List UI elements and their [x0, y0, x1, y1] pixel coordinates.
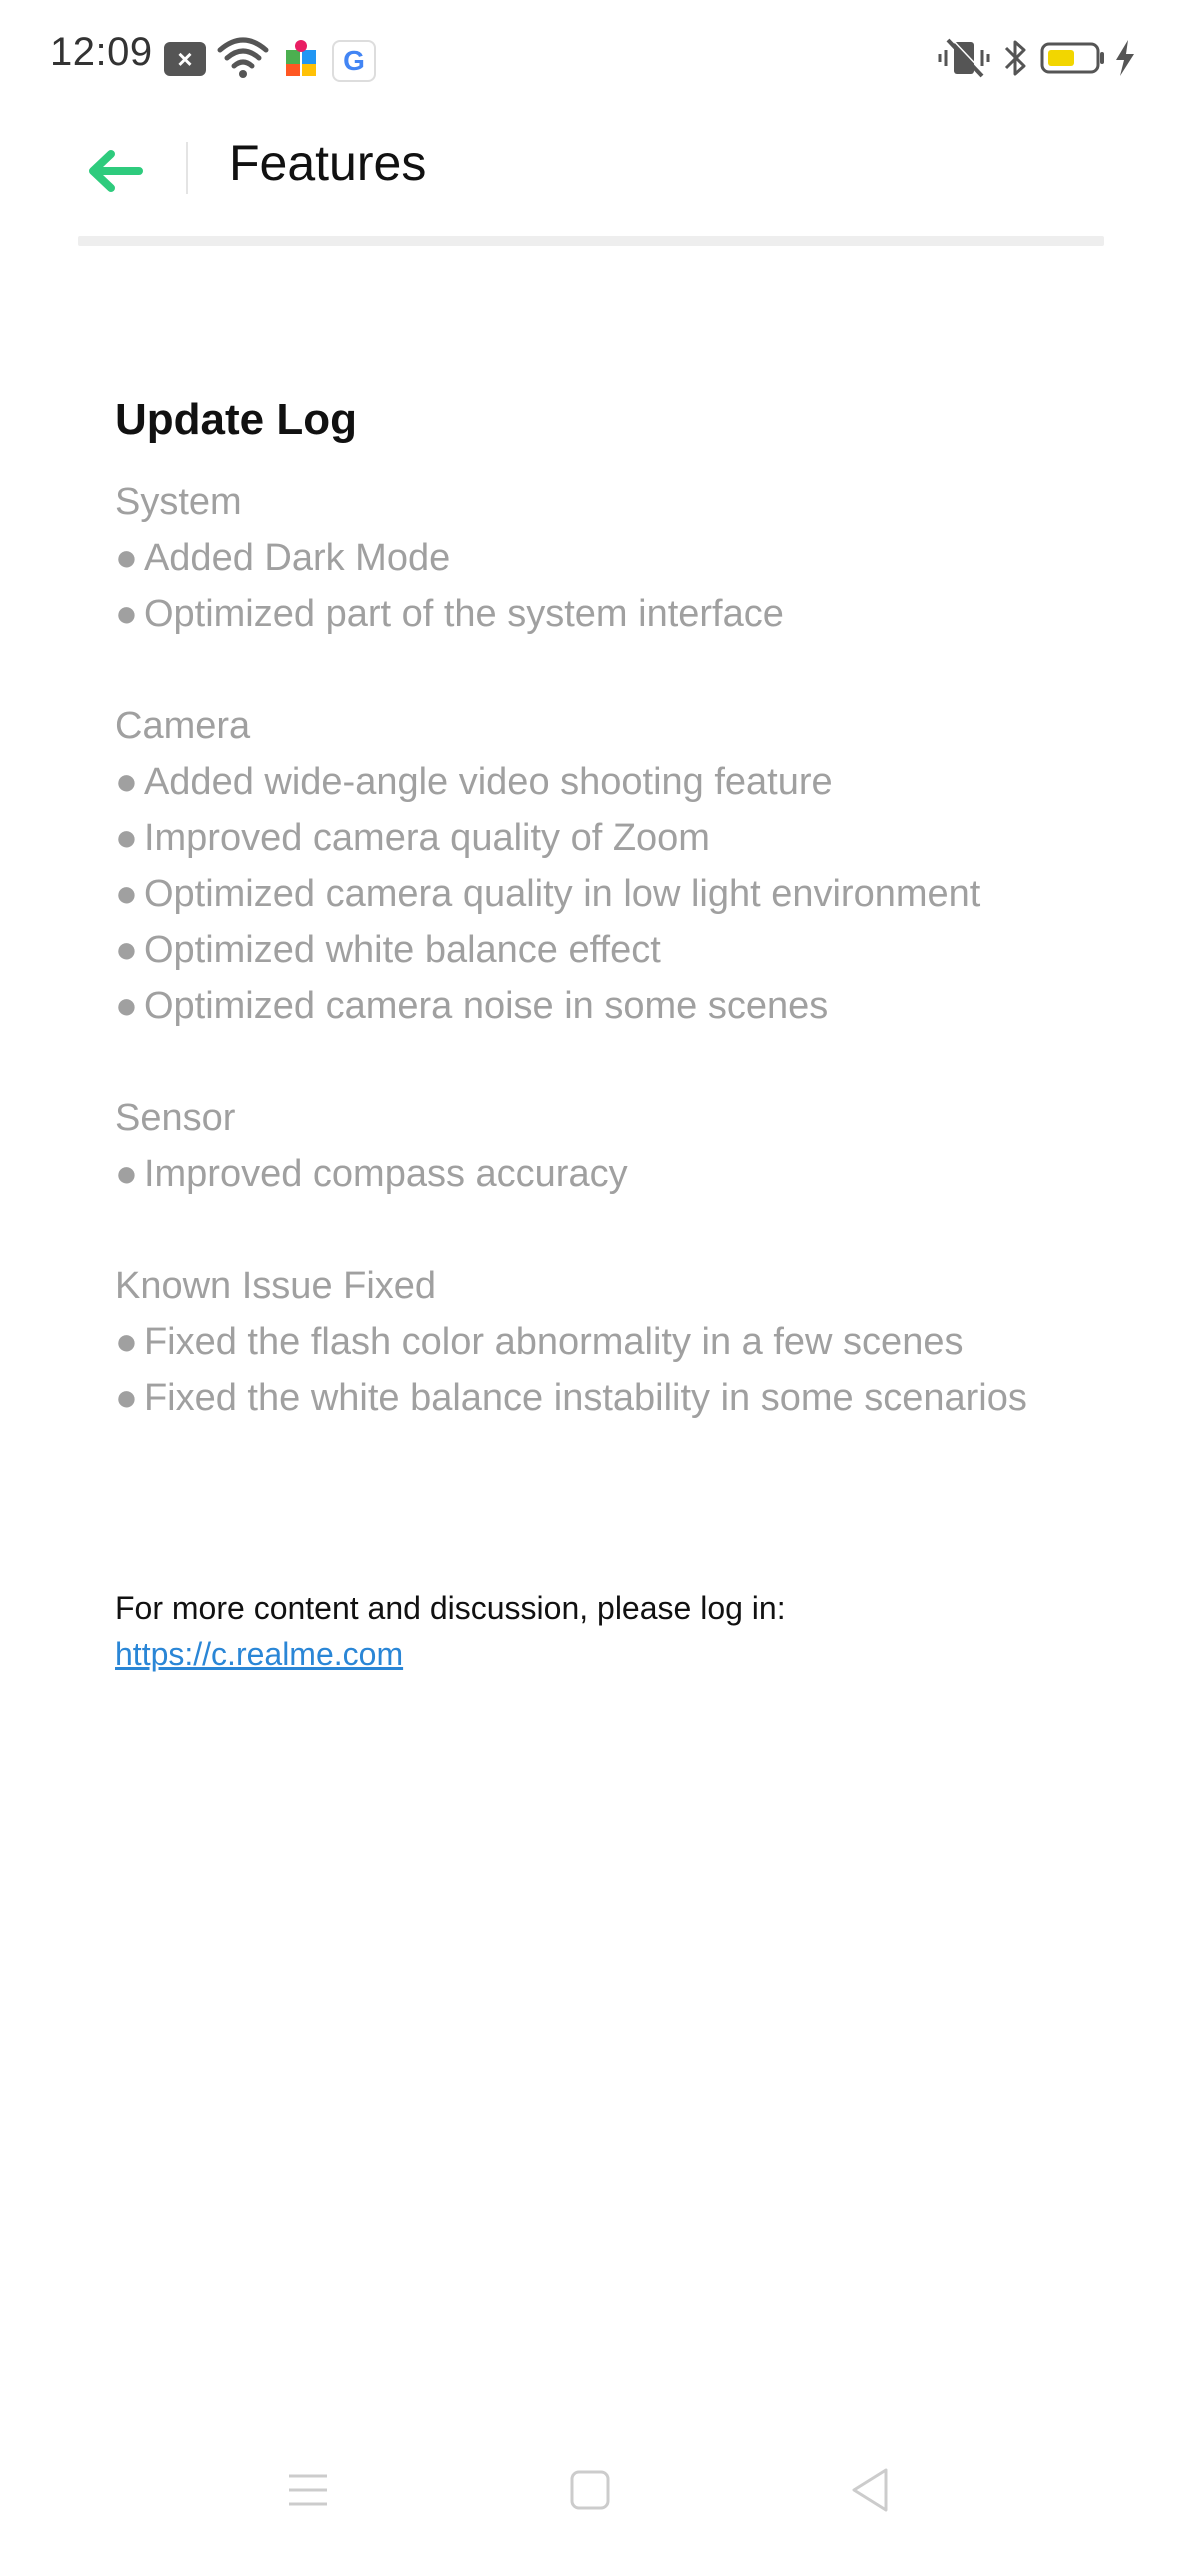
footer-note: For more content and discussion, please … [115, 1585, 1075, 1677]
log-item-text: Fixed the white balance instability in s… [143, 1377, 1027, 1419]
log-section: Known Issue Fixed ● Fixed the flash color … [115, 1258, 1075, 1426]
header-divider-line [78, 236, 1104, 246]
bullet-icon: ● [115, 761, 138, 803]
google-icon: G [332, 40, 376, 82]
bullet-icon: ● [115, 873, 138, 915]
log-section-name: Sensor [115, 1097, 236, 1139]
wifi-icon [216, 36, 270, 80]
log-item: ● Optimized part of the system interface [115, 586, 1075, 642]
bullet-icon: ● [115, 537, 138, 579]
log-item: ● Optimized camera noise in some scenes [115, 978, 1075, 1034]
log-item-text: Optimized camera noise in some scenes [143, 985, 829, 1027]
log-item-text: Improved compass accuracy [143, 1153, 628, 1195]
status-time: 12:09 [50, 30, 153, 74]
page-title: Features [229, 135, 427, 191]
log-item: ● Optimized white balance effect [115, 922, 1075, 978]
log-section-name: Camera [115, 705, 251, 747]
menu-icon [289, 2474, 327, 2506]
log-item: ● Added wide-angle video shooting feature [115, 754, 1075, 810]
bullet-icon: ● [115, 817, 138, 859]
notification-x-glyph: × [177, 43, 193, 74]
update-log-sections: System ● Added Dark Mode ● Optimized part of… [115, 474, 1075, 1426]
log-item-text: Added wide-angle video shooting feature [143, 761, 833, 803]
bullet-icon: ● [115, 1377, 138, 1419]
bullet-icon: ● [115, 929, 138, 971]
log-item-text: Optimized part of the system interface [143, 593, 784, 635]
bullet-icon: ● [115, 593, 138, 635]
back-arrow-icon [89, 150, 143, 192]
nav-menu-button[interactable] [278, 2460, 338, 2520]
more-content-text: For more content and discussion, please … [115, 1590, 786, 1626]
vibrate-off-icon [936, 36, 992, 80]
bluetooth-icon [1000, 36, 1032, 80]
back-triangle-icon [852, 2468, 888, 2512]
status-bar: 12:09 × G [0, 0, 1182, 118]
update-log-title: Update Log [115, 395, 357, 444]
nav-home-button[interactable] [560, 2460, 620, 2520]
bullet-icon: ● [115, 1321, 138, 1363]
log-section: Camera ● Added wide-angle video shooting f… [115, 698, 1075, 1034]
log-item-text: Improved camera quality of Zoom [143, 817, 710, 859]
bullet-icon: ● [115, 1153, 138, 1195]
notification-x-icon: × [164, 42, 206, 76]
log-item: ● Optimized camera quality in low light e… [115, 866, 1075, 922]
log-item-text: Added Dark Mode [143, 537, 451, 579]
home-icon [570, 2470, 610, 2510]
log-item-text: Optimized camera quality in low light en… [143, 873, 981, 915]
log-item: ● Fixed the flash color abnormality in a … [115, 1314, 1075, 1370]
log-item: ● Fixed the white balance instability in … [115, 1370, 1075, 1426]
update-log-content: Update Log System ● Added Dark Mode ● Optimi… [115, 390, 1075, 1482]
log-section: Sensor ● Improved compass accuracy [115, 1090, 1075, 1202]
log-item: ● Added Dark Mode [115, 530, 1075, 586]
log-item: ● Improved camera quality of Zoom [115, 810, 1075, 866]
log-section-name: System [115, 481, 242, 523]
header-divider [186, 142, 188, 194]
nav-back-button[interactable] [840, 2460, 900, 2520]
charging-icon [1112, 36, 1138, 80]
log-item-text: Fixed the flash color abnormality in a f… [143, 1321, 964, 1363]
log-section-name: Known Issue Fixed [115, 1265, 437, 1307]
puzzle-app-icon [282, 36, 322, 80]
navigation-bar [0, 2440, 1182, 2540]
realme-community-link[interactable]: https://c.realme.com [115, 1636, 403, 1672]
back-button[interactable] [80, 136, 150, 206]
bullet-icon: ● [115, 985, 138, 1027]
log-item: ● Improved compass accuracy [115, 1146, 1075, 1202]
app-header: Features [0, 118, 1182, 238]
battery-icon [1040, 36, 1106, 80]
google-letter: G [343, 45, 365, 76]
log-section: System ● Added Dark Mode ● Optimized part of… [115, 474, 1075, 642]
log-item-text: Optimized white balance effect [143, 929, 661, 971]
